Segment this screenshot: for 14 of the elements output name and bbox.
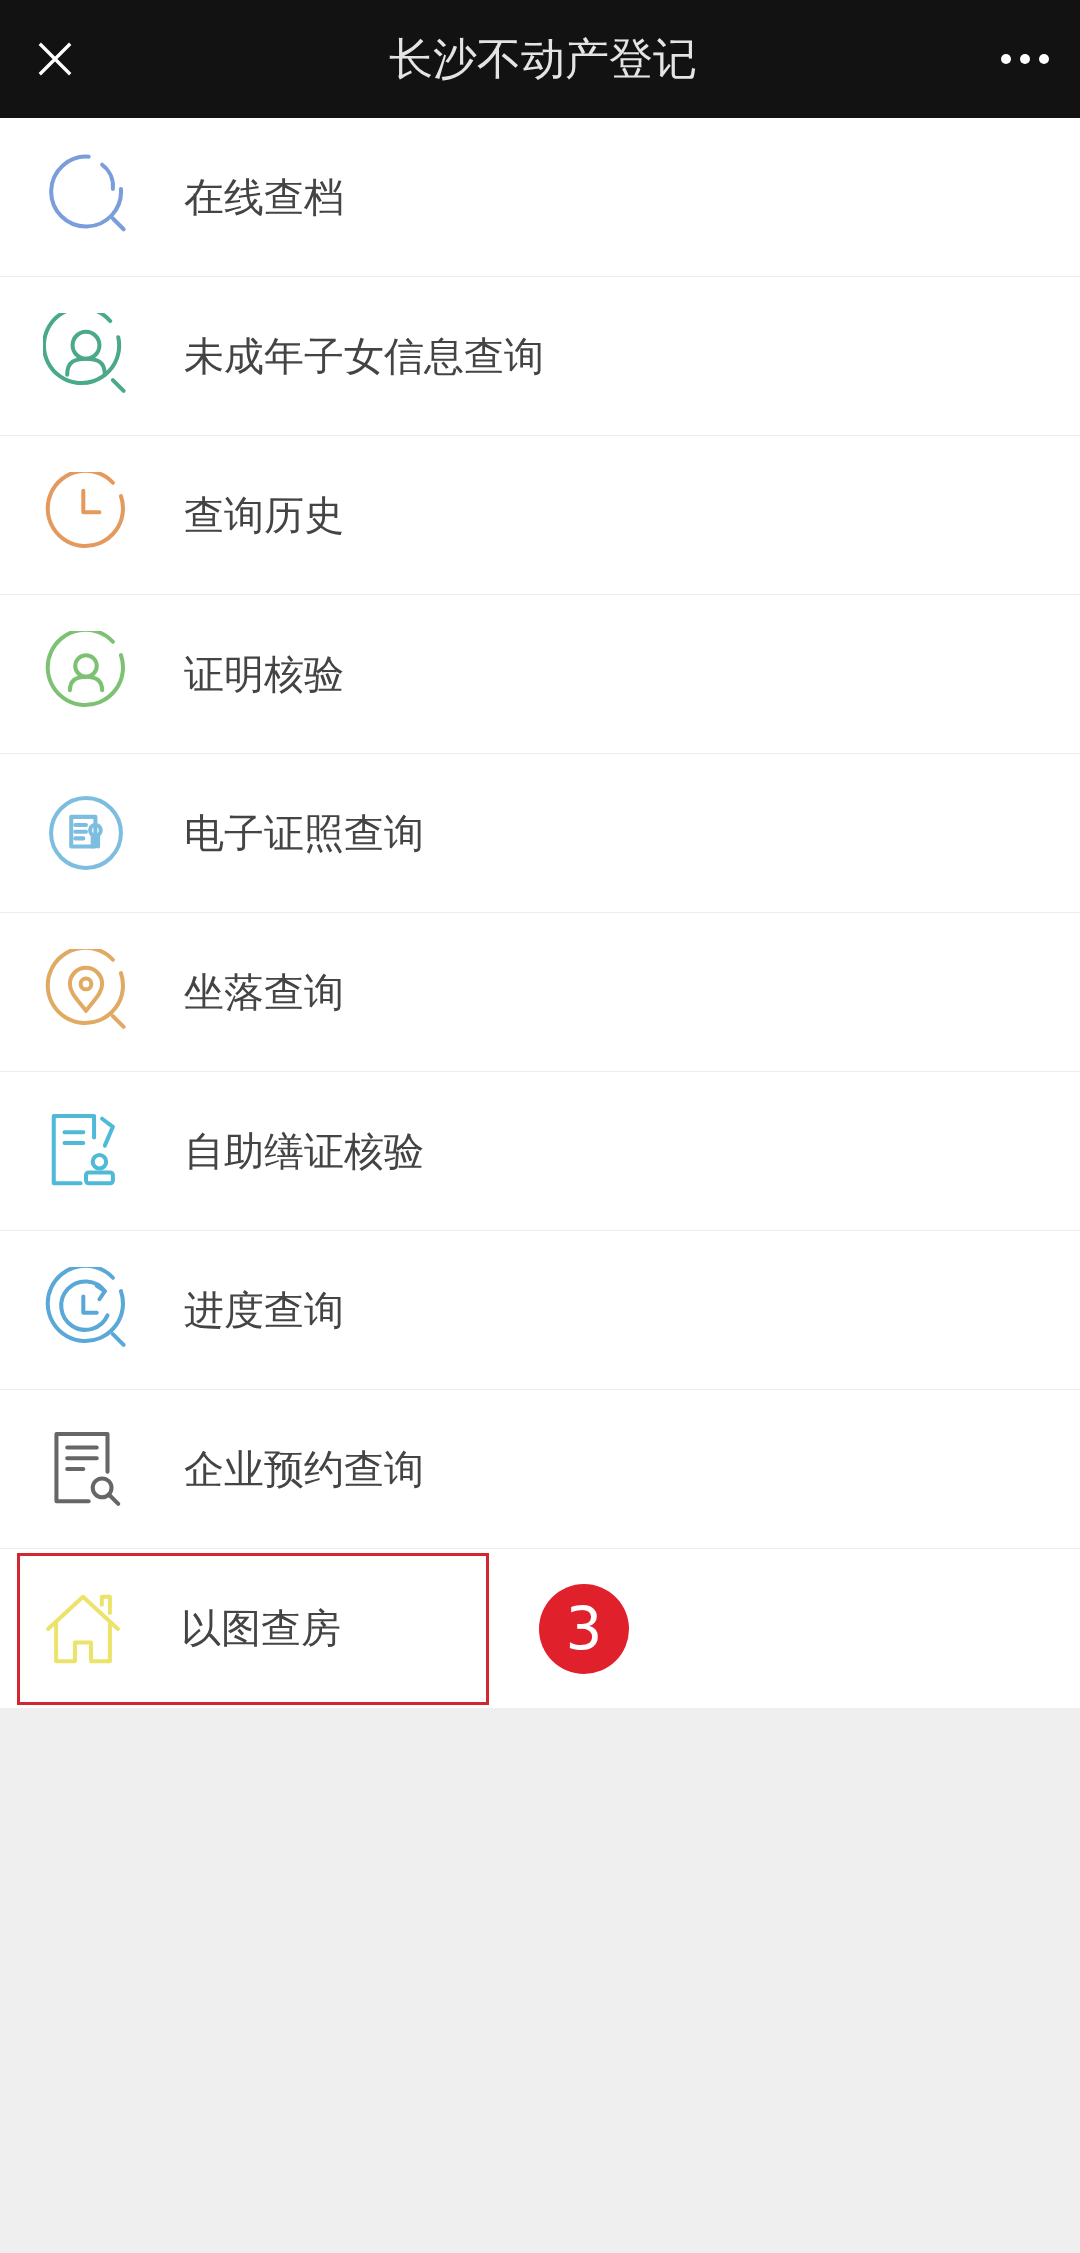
menu-label: 电子证照查询 [184,808,424,858]
menu-label: 查询历史 [184,490,344,540]
step-number-badge: 3 [539,1583,629,1674]
menu-label: 进度查询 [184,1285,344,1335]
page-title: 长沙不动产登记 [389,31,697,86]
menu-label: 以图查房 [181,1604,341,1653]
menu-label: 证明核验 [184,649,344,699]
more-icon[interactable] [1000,53,1050,65]
menu-label: 企业预约查询 [184,1444,424,1494]
close-icon[interactable] [36,40,74,78]
menu-label: 未成年子女信息查询 [184,331,544,381]
menu-label: 自助缮证核验 [184,1126,424,1176]
menu-label: 坐落查询 [184,967,344,1017]
menu-label: 在线查档 [184,172,344,222]
